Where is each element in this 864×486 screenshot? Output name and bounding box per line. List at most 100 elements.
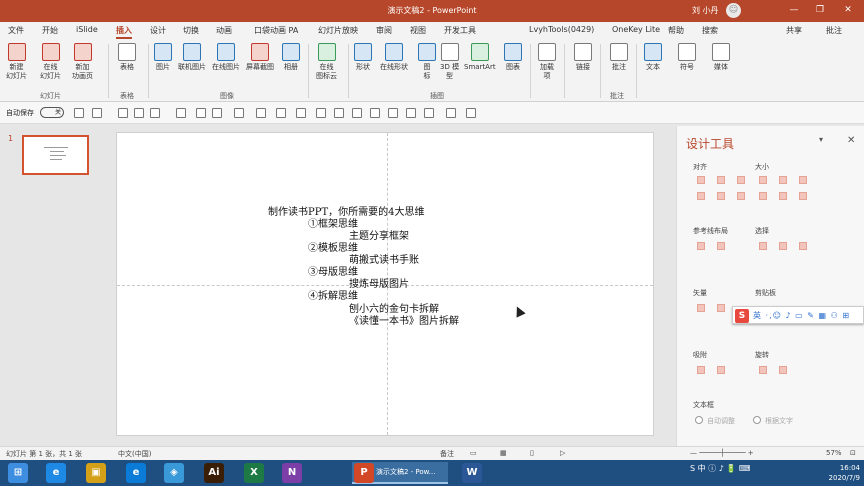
same-size-icon[interactable] (799, 176, 807, 184)
user-name[interactable]: 刘 小丹 (692, 5, 719, 16)
tab-pocket-animation[interactable]: 口袋动画 PA (254, 25, 298, 36)
slide-thumbnail[interactable] (22, 135, 89, 175)
align-middle-icon[interactable] (717, 192, 725, 200)
slide-text-line[interactable]: 搜炼母版图片 (349, 279, 409, 291)
tab-transitions[interactable]: 切换 (183, 25, 199, 36)
excel-icon[interactable]: X (244, 463, 264, 483)
comment-button[interactable]: 批注 (610, 43, 628, 72)
clock[interactable]: 16:04 2020/7/9 (800, 463, 860, 483)
sorter-view-icon[interactable]: ▦ (500, 449, 507, 457)
slide-text-line[interactable]: ④拆解思维 (308, 291, 358, 303)
tab-help[interactable]: 帮助 (668, 25, 684, 36)
tab-onekey-lite[interactable]: OneKey Lite (612, 25, 660, 34)
onenote-icon[interactable]: N (282, 463, 302, 483)
icon-cloud-button[interactable]: 在线 图标云 (316, 43, 337, 81)
sogou-logo-icon[interactable]: S (735, 309, 749, 323)
ie-icon[interactable]: e (46, 463, 66, 483)
autosave-toggle[interactable]: 关 (40, 107, 64, 118)
vector-union-icon[interactable] (697, 304, 705, 312)
fit-icon[interactable] (799, 192, 807, 200)
align-icon[interactable] (176, 108, 186, 118)
photo-album-button[interactable]: 相册 (282, 43, 300, 72)
symbols-button[interactable]: 符号 (678, 43, 696, 72)
media-button[interactable]: 媒体 (712, 43, 730, 72)
online-pictures-button[interactable]: 联机图片 (178, 43, 206, 72)
align-right-icon[interactable] (737, 176, 745, 184)
slide-text-line[interactable]: 刨小六的金句卡拆解 (349, 304, 439, 316)
fit-slide-icon[interactable]: ⊡ (850, 449, 856, 457)
slideshow-view-icon[interactable]: ▷ (560, 449, 565, 457)
align-left-icon[interactable] (697, 176, 705, 184)
start-button[interactable]: ⊞ (8, 463, 28, 483)
link-icon[interactable] (352, 108, 362, 118)
comments-button[interactable]: 批注 (826, 25, 842, 36)
addins-button[interactable]: 加载 项 (538, 43, 556, 81)
close-button[interactable]: ✕ (838, 3, 858, 18)
notes-button[interactable]: 备注 (440, 449, 454, 459)
tab-view[interactable]: 视图 (410, 25, 426, 36)
zoom-level[interactable]: 57% (826, 449, 842, 457)
slide-text-line[interactable]: ③母版思维 (308, 267, 358, 279)
minimize-button[interactable]: — (784, 3, 804, 18)
new-animation-page-button[interactable]: 新加 功画页 (72, 43, 93, 81)
snap-icon[interactable] (697, 366, 705, 374)
format-painter-icon[interactable] (276, 108, 286, 118)
scale-icon[interactable] (779, 192, 787, 200)
shape-fill-icon[interactable] (296, 108, 306, 118)
align-bottom-icon[interactable] (737, 192, 745, 200)
crop-icon[interactable] (256, 108, 266, 118)
resize-icon[interactable] (759, 192, 767, 200)
select-pointer-icon[interactable] (799, 242, 807, 250)
start-slideshow-icon[interactable] (134, 108, 144, 118)
ime-status[interactable]: 英 ·,☺ ♪ ▭ ✎ ▦ ⚇ ⊞ (753, 310, 850, 321)
taskbar-powerpoint-window[interactable]: P 演示文稿2 - Pow... (352, 462, 448, 484)
slide-text-line[interactable]: 主题分享框架 (349, 231, 409, 243)
tab-slideshow[interactable]: 幻灯片放映 (318, 25, 358, 36)
tab-insert[interactable]: 插入 (116, 25, 132, 39)
snap-grid-icon[interactable] (717, 366, 725, 374)
slide-canvas[interactable]: 制作读书PPT，你所需要的4大思维 ①框架思维 主题分享框架 ②模板思维 萌搬式… (116, 132, 654, 436)
edge-icon[interactable]: e (126, 463, 146, 483)
check-icon[interactable] (466, 108, 476, 118)
chart-button[interactable]: 图表 (504, 43, 522, 72)
pane-options-icon[interactable]: ▾ (819, 135, 823, 144)
arrange-icon[interactable] (334, 108, 344, 118)
rotate-right-icon[interactable] (779, 366, 787, 374)
table-button[interactable]: 表格 (118, 43, 136, 72)
guide-layout-icon[interactable] (717, 242, 725, 250)
rotate-left-icon[interactable] (759, 366, 767, 374)
text-button[interactable]: 文本 (644, 43, 662, 72)
smartart-button[interactable]: SmartArt (464, 43, 496, 72)
fit-text-radio[interactable] (753, 416, 761, 424)
word-icon[interactable]: W (462, 463, 482, 483)
distribute-icon[interactable] (196, 108, 206, 118)
search-label[interactable]: 搜索 (702, 25, 718, 36)
web-pictures-button[interactable]: 在线图片 (212, 43, 240, 72)
icons-button[interactable]: 图 标 (418, 43, 436, 81)
eraser-icon[interactable] (370, 108, 380, 118)
network-app-icon[interactable]: ◈ (164, 463, 184, 483)
ime-toolbar[interactable]: S 英 ·,☺ ♪ ▭ ✎ ▦ ⚇ ⊞ (732, 306, 864, 324)
tab-islide[interactable]: iSlide (76, 25, 98, 34)
redo-icon[interactable] (118, 108, 128, 118)
reading-view-icon[interactable]: ▯ (530, 449, 534, 457)
tab-design[interactable]: 设计 (150, 25, 166, 36)
rotate-icon[interactable] (316, 108, 326, 118)
save-icon[interactable] (74, 108, 84, 118)
file-explorer-icon[interactable]: ▣ (86, 463, 106, 483)
language-status[interactable]: 中文(中国) (118, 449, 151, 459)
table-grid-icon[interactable] (150, 108, 160, 118)
guide-layout-icon[interactable] (697, 242, 705, 250)
align-center-icon[interactable] (717, 176, 725, 184)
shapes-button[interactable]: 形状 (354, 43, 372, 72)
new-slide-button[interactable]: 新建 幻灯片 (6, 43, 27, 81)
tab-lvyhtools[interactable]: LvyhTools(0429) (529, 25, 594, 34)
restore-button[interactable]: ❐ (810, 3, 830, 18)
color-icon[interactable] (212, 108, 222, 118)
online-shapes-button[interactable]: 在线形状 (380, 43, 408, 72)
pen-icon[interactable] (406, 108, 416, 118)
text-direction-icon[interactable] (424, 108, 434, 118)
undo-icon[interactable] (92, 108, 102, 118)
normal-view-icon[interactable]: ▭ (470, 449, 477, 457)
links-button[interactable]: 链接 (574, 43, 592, 72)
